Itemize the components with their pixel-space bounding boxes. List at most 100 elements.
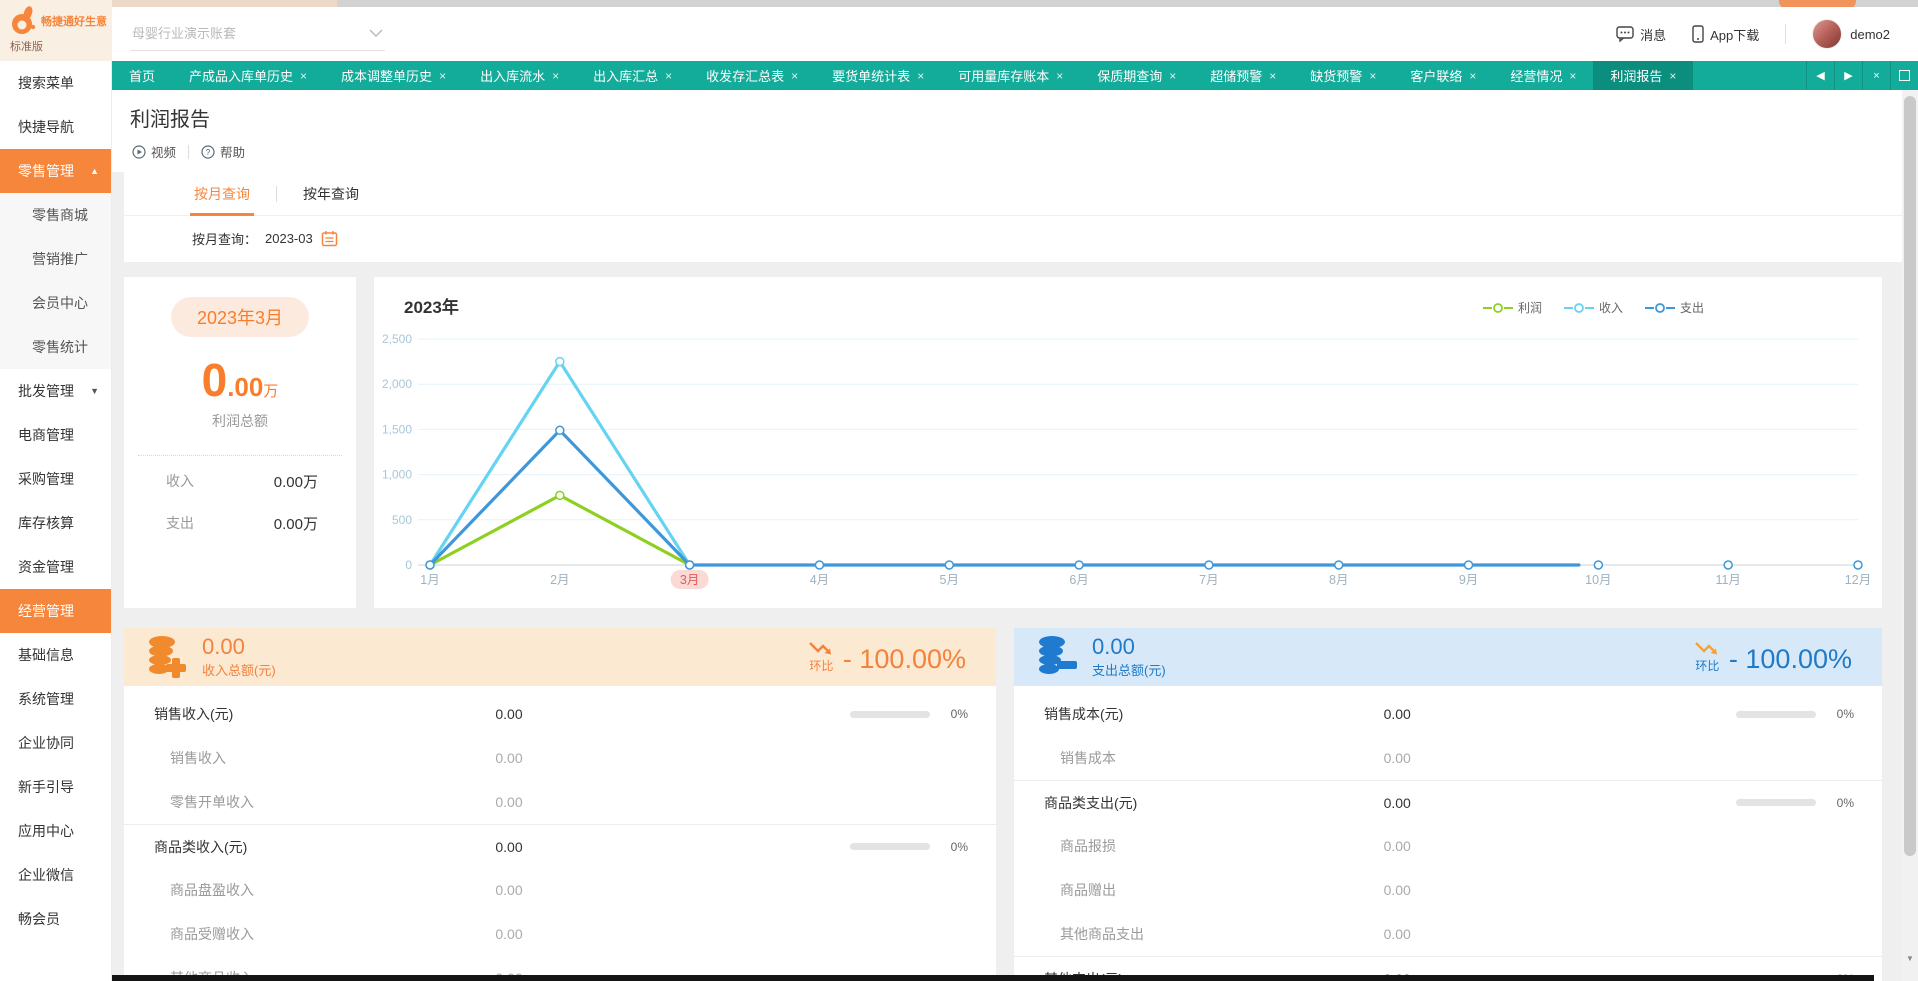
tab-close-icon[interactable]: × (1469, 69, 1476, 83)
tab-monthly-query[interactable]: 按月查询 (190, 172, 254, 216)
sidebar-item-企业协同[interactable]: 企业协同 (0, 721, 111, 765)
tab-close-icon[interactable]: × (791, 69, 798, 83)
tab-成本调整单历史[interactable]: 成本调整单历史 × (324, 61, 463, 90)
tab-label: 缺货预警 (1310, 69, 1363, 84)
scrollbar-down-arrow[interactable]: ▼ (1902, 954, 1918, 963)
sidebar-item-零售管理[interactable]: 零售管理 ▲ (0, 149, 111, 193)
tab-缺货预警[interactable]: 缺货预警 × (1293, 61, 1393, 90)
profit-chart-svg: 0 500 1,000 1,500 2,000 2,500 1月 2月 3月 4月 5月 6月 7月 8月… (382, 332, 1871, 589)
tab-close-icon[interactable]: × (1669, 69, 1676, 83)
tab-首页[interactable]: 首页 (112, 61, 172, 90)
legend-label: 支出 (1679, 301, 1704, 315)
sidebar-item-系统管理[interactable]: 系统管理 (0, 677, 111, 721)
bottom-edge-strip (112, 975, 1874, 981)
tab-保质期查询[interactable]: 保质期查询 × (1080, 61, 1193, 90)
brand-edition: 标准版 (10, 41, 43, 53)
tab-close-icon[interactable]: × (1169, 69, 1176, 83)
tab-可用量库存账本[interactable]: 可用量库存账本 × (941, 61, 1080, 90)
sidebar-item-企业微信[interactable]: 企业微信 (0, 853, 111, 897)
sidebar-item-label: 零售统计 (32, 339, 88, 355)
help-icon: ? (201, 144, 215, 159)
video-link[interactable]: 视频 (132, 142, 176, 161)
sidebar-item-快捷导航[interactable]: 快捷导航 (0, 105, 111, 149)
vertical-scrollbar[interactable]: ▼ (1902, 90, 1918, 981)
row-label: 商品盘盈收入 (170, 882, 254, 898)
scrollbar-thumb[interactable] (1904, 96, 1916, 856)
report-row: 商品类收入(元) 0.00 0% (124, 824, 996, 868)
calendar-icon[interactable] (321, 230, 338, 247)
report-row: 商品受赠收入 0.00 (124, 912, 996, 956)
tab-label: 客户联络 (1410, 69, 1463, 84)
tab-close-icon[interactable]: × (1056, 69, 1063, 83)
row-value: 0.00 (1383, 750, 1411, 766)
help-link[interactable]: ? 帮助 (201, 142, 245, 161)
income-total-label: 收入总额(元) (202, 663, 276, 678)
brand-name: 畅捷通好生意 (41, 16, 107, 28)
sidebar-item-库存核算[interactable]: 库存核算 (0, 501, 111, 545)
row-value: 0.00 (495, 882, 523, 898)
sidebar-item-资金管理[interactable]: 资金管理 (0, 545, 111, 589)
messages-button[interactable]: 消息 (1616, 25, 1666, 44)
message-icon (1616, 26, 1634, 42)
sidebar-item-采购管理[interactable]: 采购管理 (0, 457, 111, 501)
sidebar-item-label: 营销推广 (32, 251, 88, 267)
tab-经营情况[interactable]: 经营情况 × (1493, 61, 1593, 90)
tab-close-icon[interactable]: × (665, 69, 672, 83)
account-select[interactable]: 母婴行业演示账套 (130, 17, 385, 51)
period-badge: 2023年3月 (170, 297, 310, 337)
tab-超储预警[interactable]: 超储预警 × (1193, 61, 1293, 90)
page-header: 利润报告 视频 ? 帮助 (112, 90, 1902, 172)
row-progress-bar (1736, 799, 1816, 806)
sidebar-item-label: 批发管理 (18, 383, 74, 399)
legend-item-收入[interactable]: 收入 (1563, 299, 1623, 316)
svg-text:6月: 6月 (1069, 573, 1088, 587)
tab-close-icon[interactable]: × (552, 69, 559, 83)
sidebar-item-经营管理[interactable]: 经营管理 (0, 589, 111, 633)
sidebar-item-零售统计[interactable]: 零售统计 (0, 325, 111, 369)
tab-bar: 首页 产成品入库单历史 × 成本调整单历史 × 出入库流水 × 出入库汇总 × 收发存汇总表 × 要货… (112, 61, 1918, 90)
tab-close-icon[interactable]: × (439, 69, 446, 83)
legend-item-利润[interactable]: 利润 (1482, 299, 1542, 316)
next-tab-button[interactable]: ▶ (1834, 61, 1862, 90)
sidebar-item-label: 会员中心 (32, 295, 88, 311)
tab-close-icon[interactable]: × (1269, 69, 1276, 83)
date-filter-value[interactable]: 2023-03 (265, 231, 313, 246)
tab-利润报告[interactable]: 利润报告 × (1593, 61, 1694, 90)
sidebar-item-畅会员[interactable]: 畅会员 (0, 897, 111, 941)
tab-close-icon[interactable]: × (917, 69, 924, 83)
close-tabs-button[interactable]: × (1862, 61, 1890, 90)
tab-label: 产成品入库单历史 (189, 69, 294, 84)
sidebar-item-营销推广[interactable]: 营销推广 (0, 237, 111, 281)
sidebar-item-应用中心[interactable]: 应用中心 (0, 809, 111, 853)
row-label: 销售成本(元) (1044, 706, 1124, 722)
sidebar-item-会员中心[interactable]: 会员中心 (0, 281, 111, 325)
user-menu[interactable]: demo2 (1812, 19, 1890, 49)
tab-yearly-query[interactable]: 按年查询 (299, 172, 363, 216)
tab-出入库汇总[interactable]: 出入库汇总 × (576, 61, 689, 90)
fullscreen-button[interactable] (1890, 61, 1918, 90)
svg-text:9月: 9月 (1459, 573, 1478, 587)
sidebar-item-搜索菜单[interactable]: 搜索菜单 (0, 61, 111, 105)
sidebar-item-label: 企业协同 (18, 735, 74, 751)
sidebar-item-零售商城[interactable]: 零售商城 (0, 193, 111, 237)
legend-item-支出[interactable]: 支出 (1644, 299, 1704, 316)
prev-tab-button[interactable]: ◀ (1806, 61, 1834, 90)
sidebar-item-基础信息[interactable]: 基础信息 (0, 633, 111, 677)
tab-label: 成本调整单历史 (341, 69, 433, 84)
tab-收发存汇总表[interactable]: 收发存汇总表 × (689, 61, 815, 90)
sidebar-item-电商管理[interactable]: 电商管理 (0, 413, 111, 457)
sidebar-item-label: 搜索菜单 (18, 75, 74, 91)
tab-产成品入库单历史[interactable]: 产成品入库单历史 × (172, 61, 324, 90)
app-download-label: App下载 (1710, 27, 1760, 43)
sidebar-item-批发管理[interactable]: 批发管理 ▼ (0, 369, 111, 413)
tab-客户联络[interactable]: 客户联络 × (1393, 61, 1493, 90)
tab-出入库流水[interactable]: 出入库流水 × (463, 61, 576, 90)
chevron-down-icon (369, 28, 383, 37)
app-download-button[interactable]: App下载 (1692, 25, 1759, 44)
tab-close-icon[interactable]: × (1569, 69, 1576, 83)
tab-close-icon[interactable]: × (300, 69, 307, 83)
tab-close-icon[interactable]: × (1369, 69, 1376, 83)
app-window: 畅捷通好生意 标准版 母婴行业演示账套 消息 App下载 demo2 首页 产成… (0, 0, 1918, 981)
sidebar-item-新手引导[interactable]: 新手引导 (0, 765, 111, 809)
tab-要货单统计表[interactable]: 要货单统计表 × (815, 61, 941, 90)
